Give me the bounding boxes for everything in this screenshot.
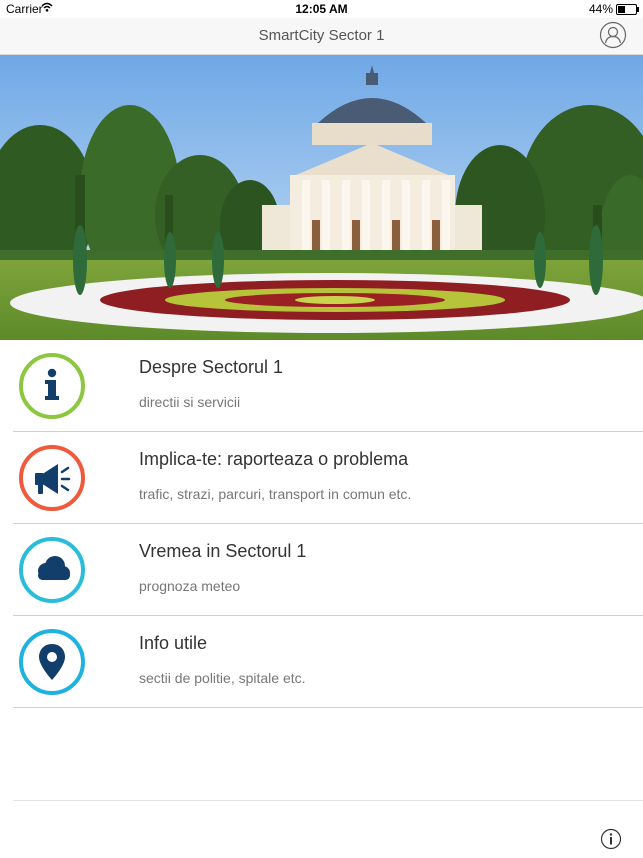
menu-item-title: Implica-te: raporteaza o problema (139, 449, 409, 469)
menu-item-title: Despre Sectorul 1 (139, 357, 284, 377)
battery-icon (616, 4, 639, 15)
menu-item-despre-sectorul-1[interactable]: Despre Sectorul 1 directii si servicii (0, 340, 643, 432)
menu-item-title: Info utile (139, 633, 208, 653)
megaphone-icon (19, 445, 85, 511)
main-menu: Despre Sectorul 1 directii si servicii I… (0, 340, 643, 708)
location-pin-icon (19, 629, 85, 695)
menu-item-title: Vremea in Sectorul 1 (139, 541, 307, 561)
hero-image (0, 55, 643, 340)
divider (13, 707, 643, 708)
user-profile-icon[interactable] (599, 21, 627, 49)
footer-divider (13, 800, 643, 801)
menu-item-subtitle: prognoza meteo (139, 578, 241, 594)
menu-item-subtitle: trafic, strazi, parcuri, transport in co… (139, 486, 412, 502)
info-circle-icon[interactable] (600, 828, 622, 850)
status-bar: Carrier 12:05 AM 44% (0, 0, 643, 18)
info-icon (19, 353, 85, 419)
menu-item-subtitle: directii si servicii (139, 394, 241, 410)
navigation-bar: SmartCity Sector 1 (0, 18, 643, 55)
athenaeum-illustration (0, 55, 643, 340)
menu-item-raporteaza-problema[interactable]: Implica-te: raporteaza o problema trafic… (0, 432, 643, 524)
clock: 12:05 AM (295, 2, 348, 16)
page-title: SmartCity Sector 1 (258, 27, 385, 44)
battery-percent: 44% (588, 2, 613, 16)
menu-item-subtitle: sectii de politie, spitale etc. (139, 670, 306, 686)
cloud-icon (19, 537, 85, 603)
menu-item-vremea[interactable]: Vremea in Sectorul 1 prognoza meteo (0, 524, 643, 616)
menu-item-info-utile[interactable]: Info utile sectii de politie, spitale et… (0, 616, 643, 708)
